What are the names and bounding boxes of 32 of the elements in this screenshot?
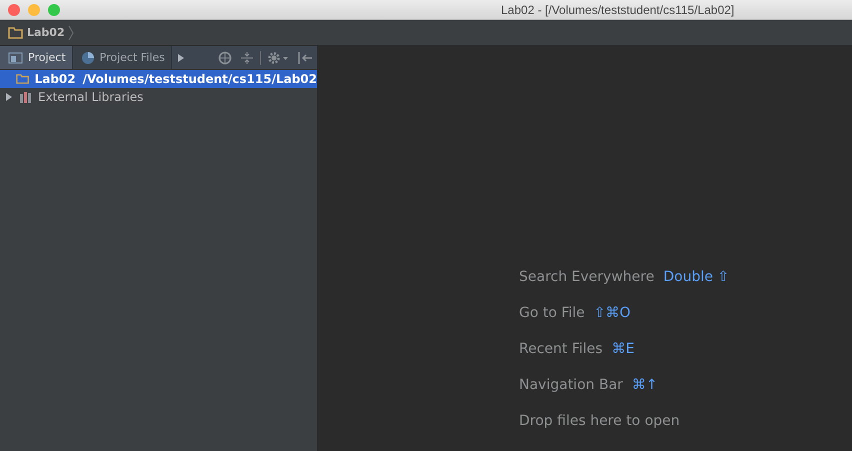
path-text: /Volumes/teststudent/cs115/Lab02 xyxy=(82,72,317,86)
tree-item[interactable]: External Libraries xyxy=(0,88,317,106)
hint-label: Drop files here to open xyxy=(519,412,680,428)
tree-item-label: Lab02 xyxy=(34,72,76,86)
pie-chart-icon xyxy=(80,50,95,64)
gear-icon[interactable] xyxy=(267,50,289,64)
shortcut-text: ⌘↑ xyxy=(632,376,658,392)
hint-label: Search Everywhere xyxy=(519,268,654,284)
folder-icon xyxy=(8,26,23,38)
crosshair-icon[interactable] xyxy=(218,50,232,64)
shortcut-text: ⇧⌘O xyxy=(594,304,631,320)
chevron-icon xyxy=(68,24,74,40)
zoom-button[interactable] xyxy=(48,4,60,16)
play-icon[interactable] xyxy=(176,52,186,64)
shortcut-text: Double ⇧ xyxy=(663,268,730,284)
hint-label: Recent Files xyxy=(519,340,603,356)
window-title: Lab02 - [/Volumes/teststudent/cs115/Lab02] xyxy=(501,2,734,16)
shortcut-text: ⌘E xyxy=(612,340,634,356)
hide-icon[interactable] xyxy=(297,50,313,64)
tool-tab[interactable]: Project xyxy=(0,46,73,69)
books-icon xyxy=(19,91,33,103)
hint-label: Navigation Bar xyxy=(519,376,623,392)
tree-item[interactable]: Lab02 /Volumes/teststudent/cs115/Lab02 xyxy=(0,70,317,88)
hint-label: Go to File xyxy=(519,304,585,320)
collapse-icon[interactable] xyxy=(240,50,254,64)
tree-item-label: External Libraries xyxy=(38,90,144,104)
breadcrumb-item[interactable]: Lab02 xyxy=(8,26,65,39)
collapsed-arrow-icon[interactable] xyxy=(4,92,14,102)
project-icon xyxy=(8,52,23,64)
close-button[interactable] xyxy=(8,4,20,16)
tool-tab[interactable]: Project Files xyxy=(72,46,172,69)
folder-icon xyxy=(16,73,30,85)
